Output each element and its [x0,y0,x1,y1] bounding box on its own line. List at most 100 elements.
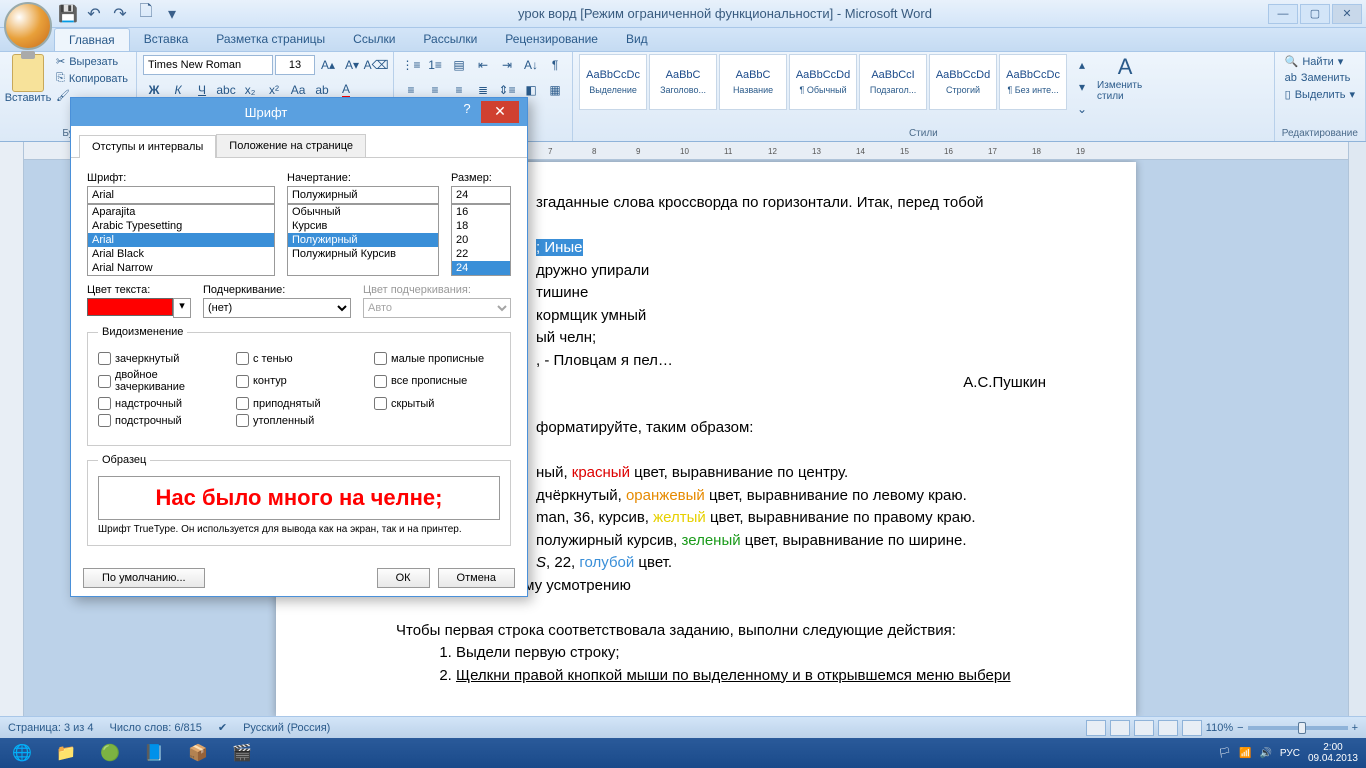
styles-scroll-down-icon[interactable]: ▾ [1071,76,1093,98]
select-button[interactable]: ▯Выделить ▾ [1281,87,1359,102]
explorer-icon[interactable]: 📁 [44,739,88,767]
dialog-help-button[interactable]: ? [453,101,481,123]
list-item[interactable]: Arial [88,233,274,247]
list-item[interactable]: Aparajita [88,205,274,219]
list-item[interactable]: Arabic Typesetting [88,219,274,233]
multilevel-icon[interactable]: ▤ [448,54,470,76]
effect-checkbox[interactable]: утопленный [236,414,362,427]
winrar-icon[interactable]: 📦 [176,739,220,767]
dialog-tab-position[interactable]: Положение на странице [216,134,366,157]
effect-checkbox[interactable]: контур [236,369,362,393]
minimize-button[interactable]: — [1268,4,1298,24]
styles-gallery[interactable]: AaBbCcDcВыделениеAaBbCЗаголово...AaBbCНа… [579,54,1067,110]
status-language[interactable]: Русский (Россия) [243,722,330,734]
office-button[interactable] [4,2,52,50]
style-item[interactable]: AaBbCcDdСтрогий [929,54,997,110]
style-item[interactable]: AaBbCcDc¶ Без инте... [999,54,1067,110]
effect-checkbox[interactable]: с тенью [236,352,362,365]
styles-scroll-up-icon[interactable]: ▴ [1071,54,1093,76]
app-icon[interactable]: 🎬 [220,739,264,767]
maximize-button[interactable]: ▢ [1300,4,1330,24]
new-doc-icon[interactable]: 🗋 [136,4,156,24]
style-item[interactable]: AaBbCcIПодзагол... [859,54,927,110]
tab-review[interactable]: Рецензирование [491,28,612,51]
tray-network-icon[interactable]: 📶 [1239,748,1251,759]
change-styles-button[interactable]: A Изменить стили [1097,54,1153,102]
font-color-swatch[interactable] [87,298,173,316]
style-item[interactable]: AaBbCНазвание [719,54,787,110]
decrease-indent-icon[interactable]: ⇤ [472,54,494,76]
tray-date[interactable]: 09.04.2013 [1308,753,1358,764]
view-fullscreen-icon[interactable] [1110,720,1130,736]
borders-icon[interactable]: ▦ [544,79,566,101]
view-outline-icon[interactable] [1158,720,1178,736]
tray-volume-icon[interactable]: 🔊 [1259,748,1271,759]
tray-time[interactable]: 2:00 [1308,742,1358,753]
effect-checkbox[interactable]: все прописные [374,369,500,393]
effect-checkbox[interactable]: малые прописные [374,352,500,365]
zoom-out-icon[interactable]: − [1237,722,1243,734]
underline-select[interactable]: (нет) [203,298,351,318]
effect-checkbox[interactable]: зачеркнутый [98,352,224,365]
tab-home[interactable]: Главная [54,28,130,51]
view-draft-icon[interactable] [1182,720,1202,736]
qat-customize-icon[interactable]: ▾ [162,4,182,24]
font-family-select[interactable] [143,55,273,75]
color-dropdown-icon[interactable]: ▾ [173,298,191,318]
list-item[interactable]: 16 [452,205,510,219]
status-words[interactable]: Число слов: 6/815 [110,722,202,734]
size-list[interactable]: 1618202224 [451,204,511,276]
dialog-titlebar[interactable]: Шрифт ? ✕ [71,98,527,126]
tab-insert[interactable]: Вставка [130,28,203,51]
effect-checkbox[interactable]: скрытый [374,397,500,410]
redo-icon[interactable]: ↷ [110,4,130,24]
close-button[interactable]: ✕ [1332,4,1362,24]
list-item[interactable]: Arial Narrow [88,261,274,275]
tab-references[interactable]: Ссылки [339,28,409,51]
sort-icon[interactable]: A↓ [520,54,542,76]
save-icon[interactable]: 💾 [58,4,78,24]
list-item[interactable]: 24 [452,261,510,275]
dialog-tab-indents[interactable]: Отступы и интервалы [79,135,216,158]
paste-button[interactable]: Вставить [6,54,50,104]
increase-indent-icon[interactable]: ⇥ [496,54,518,76]
default-button[interactable]: По умолчанию... [83,568,205,588]
status-page[interactable]: Страница: 3 из 4 [8,722,94,734]
spellcheck-icon[interactable]: ✔ [218,721,227,734]
font-size-input[interactable] [451,186,511,204]
effect-checkbox[interactable]: подстрочный [98,414,224,427]
tab-layout[interactable]: Разметка страницы [202,28,339,51]
tray-flag-icon[interactable]: 🏳 [1218,748,1231,759]
undo-icon[interactable]: ↶ [84,4,104,24]
zoom-level[interactable]: 110% [1206,722,1233,734]
tab-view[interactable]: Вид [612,28,662,51]
list-item[interactable]: Курсив [288,219,438,233]
vertical-ruler[interactable] [0,142,24,716]
view-web-icon[interactable] [1134,720,1154,736]
list-item[interactable]: 18 [452,219,510,233]
show-marks-icon[interactable]: ¶ [544,54,566,76]
cut-button[interactable]: ✂Вырезать [54,54,130,69]
list-item[interactable]: 22 [452,247,510,261]
list-item[interactable]: Полужирный Курсив [288,247,438,261]
ie-icon[interactable]: 🌐 [0,739,44,767]
effect-checkbox[interactable]: надстрочный [98,397,224,410]
shrink-font-icon[interactable]: A▾ [341,54,363,76]
tray-language[interactable]: РУС [1280,748,1300,759]
grow-font-icon[interactable]: A▴ [317,54,339,76]
font-size-select[interactable] [275,55,315,75]
replace-button[interactable]: abЗаменить [1281,71,1359,85]
vertical-scrollbar[interactable] [1348,142,1366,716]
clear-formatting-icon[interactable]: A⌫ [365,54,387,76]
find-button[interactable]: 🔍Найти ▾ [1281,54,1359,69]
list-item[interactable]: Полужирный [288,233,438,247]
chrome-icon[interactable]: 🟢 [88,739,132,767]
zoom-slider[interactable] [1248,726,1348,730]
copy-button[interactable]: ⎘Копировать [54,71,130,86]
styles-more-icon[interactable]: ⌄ [1071,98,1093,120]
effect-checkbox[interactable]: двойное зачеркивание [98,369,224,393]
view-print-layout-icon[interactable] [1086,720,1106,736]
dialog-close-button[interactable]: ✕ [481,101,519,123]
list-item[interactable]: 20 [452,233,510,247]
style-item[interactable]: AaBbCЗаголово... [649,54,717,110]
